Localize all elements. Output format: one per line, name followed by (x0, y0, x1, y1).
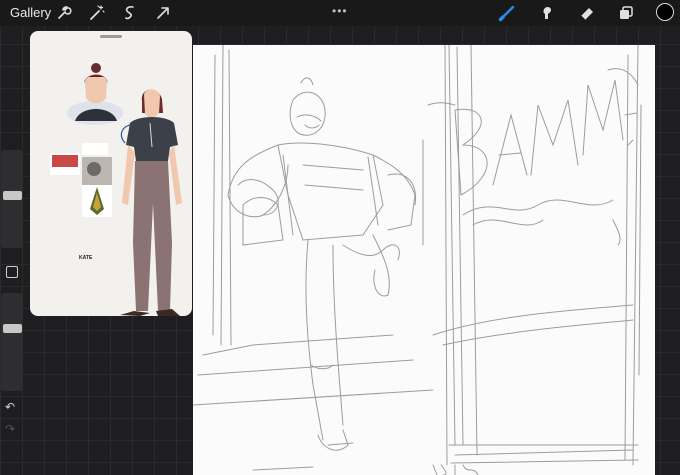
sketch-drawing (193, 45, 642, 475)
reference-window[interactable]: KATE (30, 31, 192, 316)
magic-wand-icon[interactable] (88, 4, 106, 22)
brush-size-slider[interactable] (1, 150, 23, 248)
layers-icon[interactable] (617, 4, 635, 22)
wrench-icon[interactable] (55, 4, 73, 22)
gallery-button[interactable]: Gallery (10, 5, 51, 20)
smudge-icon[interactable] (538, 4, 556, 22)
eraser-icon[interactable] (578, 4, 596, 22)
reference-drag-handle[interactable] (100, 35, 122, 38)
brush-icon[interactable] (498, 4, 516, 22)
color-picker-button[interactable] (656, 3, 674, 21)
brush-size-thumb[interactable] (3, 191, 22, 200)
redo-icon[interactable]: ↷ (5, 422, 15, 436)
transform-arrow-icon[interactable] (154, 4, 172, 22)
opacity-slider[interactable] (1, 293, 23, 391)
opacity-thumb[interactable] (3, 324, 22, 333)
character-reference-image (50, 63, 182, 316)
character-name-label: KATE (79, 255, 93, 261)
top-toolbar: Gallery ••• (0, 0, 680, 26)
drawing-canvas[interactable] (193, 45, 655, 475)
modifier-button[interactable] (6, 266, 18, 278)
selection-icon[interactable] (121, 4, 139, 22)
undo-icon[interactable]: ↶ (5, 400, 15, 414)
left-sidebar: ↶ ↷ (0, 150, 24, 440)
more-options-icon[interactable]: ••• (332, 4, 348, 18)
